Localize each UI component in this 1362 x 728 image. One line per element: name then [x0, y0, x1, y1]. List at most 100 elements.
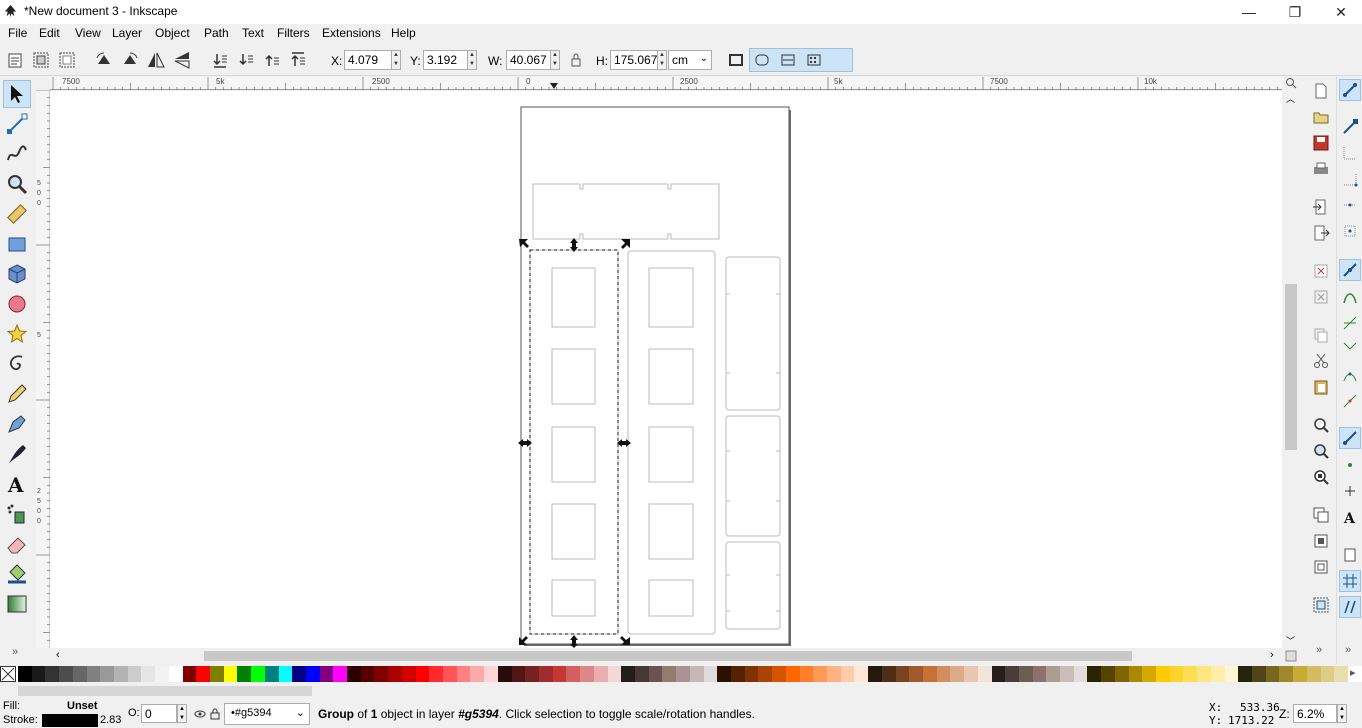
h-input[interactable]: 175.067: [610, 50, 658, 70]
color-swatch[interactable]: [292, 666, 307, 682]
color-swatch[interactable]: [1087, 666, 1102, 682]
color-swatch[interactable]: [1169, 666, 1184, 682]
color-swatch[interactable]: [456, 666, 471, 682]
menu-layer[interactable]: Layer: [112, 26, 142, 40]
y-stepper[interactable]: ▲ ▼: [467, 50, 477, 70]
calligraphy-tool-icon[interactable]: [5, 442, 29, 466]
menu-help[interactable]: Help: [391, 26, 416, 40]
color-swatch[interactable]: [648, 666, 663, 682]
redo-icon[interactable]: [1312, 288, 1330, 306]
color-swatch[interactable]: [1252, 666, 1267, 682]
vertical-scrollbar[interactable]: ︿ ﹀: [1283, 90, 1299, 648]
stroke-swatch[interactable]: [42, 714, 98, 727]
color-swatch[interactable]: [868, 666, 883, 682]
palette-menu-icon[interactable]: ▸: [1350, 666, 1356, 679]
drawing-canvas[interactable]: [50, 91, 1282, 648]
menu-path[interactable]: Path: [204, 26, 229, 40]
snap-guides-icon[interactable]: [1341, 598, 1359, 616]
layer-select[interactable]: •#g5394 ⌄: [224, 703, 310, 725]
menu-text[interactable]: Text: [242, 26, 264, 40]
color-swatch[interactable]: [1293, 666, 1308, 682]
color-swatch[interactable]: [278, 666, 293, 682]
vertical-scroll-thumb[interactable]: [1285, 284, 1297, 450]
color-swatch[interactable]: [580, 666, 595, 682]
color-swatch[interactable]: [662, 666, 677, 682]
color-swatch[interactable]: [813, 666, 828, 682]
snap-nodes-icon[interactable]: [1341, 261, 1359, 279]
color-swatch[interactable]: [443, 666, 458, 682]
spiral-tool-icon[interactable]: [5, 352, 29, 376]
eraser-tool-icon[interactable]: [5, 532, 29, 556]
color-swatch[interactable]: [374, 666, 389, 682]
palette-scroll-thumb[interactable]: [18, 686, 312, 696]
snap-smooth-nodes-icon[interactable]: [1341, 366, 1359, 384]
color-swatch[interactable]: [168, 666, 184, 682]
color-swatch[interactable]: [59, 666, 74, 682]
snap-bbox-centers-icon[interactable]: [1341, 222, 1359, 240]
color-swatch[interactable]: [744, 666, 759, 682]
rotate-ccw-icon[interactable]: [94, 50, 114, 70]
color-swatch[interactable]: [251, 666, 266, 682]
horizontal-scroll-thumb[interactable]: [204, 651, 1132, 661]
color-swatch[interactable]: [511, 666, 526, 682]
select-all-icon[interactable]: [5, 50, 25, 70]
measure-tool-icon[interactable]: [5, 202, 29, 226]
snap-bbox-edges-icon[interactable]: [1341, 144, 1359, 162]
y-input[interactable]: 3.192: [423, 50, 468, 70]
color-swatch[interactable]: [401, 666, 417, 682]
lock-icon[interactable]: [566, 50, 586, 70]
opacity-stepper[interactable]: ▲ ▼: [177, 704, 187, 723]
snap-bbox-icon[interactable]: [1341, 118, 1359, 136]
color-swatch[interactable]: [484, 666, 499, 682]
paste-icon[interactable]: [1312, 378, 1330, 396]
snap-cusp-nodes-icon[interactable]: [1341, 340, 1359, 358]
color-swatch[interactable]: [621, 666, 636, 682]
color-swatch[interactable]: [1060, 666, 1075, 682]
snap-enable-icon[interactable]: [1341, 81, 1359, 99]
stroke-width[interactable]: 2.83: [100, 714, 121, 726]
color-swatch[interactable]: [1156, 666, 1171, 682]
color-swatch[interactable]: [1238, 666, 1253, 682]
color-swatch[interactable]: [31, 666, 46, 682]
color-swatch[interactable]: [127, 666, 142, 682]
flip-vertical-icon[interactable]: [172, 50, 192, 70]
color-swatch[interactable]: [388, 666, 403, 682]
color-swatch[interactable]: [772, 666, 787, 682]
clone-icon[interactable]: [1312, 532, 1330, 550]
color-swatch[interactable]: [1279, 666, 1294, 682]
flip-horizontal-icon[interactable]: [146, 50, 166, 70]
snap-page-border-icon[interactable]: [1341, 546, 1359, 564]
layer-visibility-icon[interactable]: [194, 708, 206, 720]
menu-filters[interactable]: Filters: [277, 26, 310, 40]
scroll-down-icon[interactable]: ﹀: [1286, 634, 1295, 647]
zoom-page-icon[interactable]: [1312, 468, 1330, 486]
snap-others-icon[interactable]: [1341, 429, 1359, 447]
scroll-left-icon[interactable]: ‹: [56, 649, 60, 661]
menu-file[interactable]: File: [8, 26, 27, 40]
palette-scrollbar[interactable]: [0, 683, 1362, 700]
h-stepper[interactable]: ▲ ▼: [657, 50, 667, 70]
color-swatch[interactable]: [196, 666, 211, 682]
color-swatch[interactable]: [182, 666, 197, 682]
commands-overflow-icon[interactable]: »: [1316, 644, 1322, 656]
color-swatch[interactable]: [991, 666, 1006, 682]
menu-extensions[interactable]: Extensions: [322, 26, 381, 40]
color-manage-icon[interactable]: [1285, 650, 1297, 662]
horizontal-scrollbar[interactable]: ‹ ›: [50, 648, 1282, 664]
color-swatch[interactable]: [209, 666, 225, 682]
color-swatch[interactable]: [635, 666, 650, 682]
menu-edit[interactable]: Edit: [39, 26, 60, 40]
tweak-tool-icon[interactable]: [5, 142, 29, 166]
color-swatch[interactable]: [1101, 666, 1116, 682]
color-swatch[interactable]: [703, 666, 718, 682]
color-swatch[interactable]: [730, 666, 746, 682]
open-icon[interactable]: [1312, 108, 1330, 126]
pen-tool-icon[interactable]: [5, 412, 29, 436]
snap-rotation-centers-icon[interactable]: [1341, 482, 1359, 500]
color-swatch[interactable]: [141, 666, 156, 682]
selector-tool-icon[interactable]: [5, 82, 29, 106]
color-swatch[interactable]: [264, 666, 279, 682]
spray-tool-icon[interactable]: [5, 502, 29, 526]
cut-icon[interactable]: [1312, 352, 1330, 370]
copy-icon[interactable]: [1312, 326, 1330, 344]
